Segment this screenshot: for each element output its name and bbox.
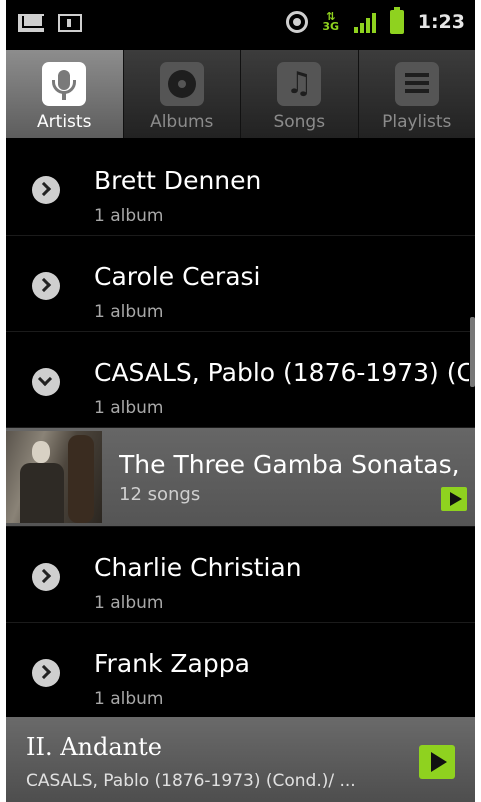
chevron-down-icon[interactable] bbox=[32, 368, 60, 396]
album-count: 1 album bbox=[94, 689, 164, 709]
artist-list: Brett Dennen 1 album Carole Cerasi 1 alb… bbox=[6, 140, 475, 719]
music-app-screen: ⇅ 3G 1:23 Artists Albums ♫ Songs Playlis… bbox=[0, 0, 481, 802]
list-item[interactable]: Frank Zappa 1 album bbox=[6, 623, 475, 719]
album-count: 1 album bbox=[94, 302, 164, 322]
album-count: 1 album bbox=[94, 398, 164, 418]
tab-artists[interactable]: Artists bbox=[6, 50, 124, 138]
screen-icon bbox=[58, 14, 82, 32]
album-art bbox=[6, 431, 102, 523]
envelope-icon bbox=[18, 14, 44, 32]
artist-name: Frank Zappa bbox=[94, 649, 250, 678]
list-item[interactable]: CASALS, Pablo (1876-1973) (Co 1 album bbox=[6, 332, 475, 428]
list-item[interactable]: Carole Cerasi 1 album bbox=[6, 236, 475, 332]
chevron-right-icon[interactable] bbox=[32, 563, 60, 591]
gps-icon bbox=[285, 11, 308, 33]
tab-label: Playlists bbox=[382, 112, 452, 132]
play-icon[interactable] bbox=[441, 487, 467, 511]
list-item[interactable]: Charlie Christian 1 album bbox=[6, 527, 475, 623]
playlist-icon bbox=[394, 62, 439, 106]
tab-label: Songs bbox=[273, 112, 326, 132]
scrollbar[interactable] bbox=[470, 317, 475, 387]
tab-playlists[interactable]: Playlists bbox=[359, 50, 476, 138]
microphone-icon bbox=[42, 62, 87, 106]
chevron-right-icon[interactable] bbox=[32, 176, 60, 204]
tab-bar: Artists Albums ♫ Songs Playlists bbox=[6, 50, 475, 140]
artist-name: Carole Cerasi bbox=[94, 262, 261, 291]
song-count: 12 songs bbox=[119, 484, 201, 505]
3g-icon: ⇅ 3G bbox=[322, 10, 340, 33]
album-list-item[interactable]: The Three Gamba Sonatas, B 12 songs bbox=[6, 428, 475, 527]
tab-label: Artists bbox=[37, 112, 92, 132]
status-bar: ⇅ 3G 1:23 bbox=[6, 0, 475, 50]
artist-name: Charlie Christian bbox=[94, 553, 302, 582]
now-playing-title: II. Andante bbox=[26, 733, 162, 761]
album-icon bbox=[159, 62, 204, 106]
list-item[interactable]: Brett Dennen 1 album bbox=[6, 140, 475, 236]
status-time: 1:23 bbox=[417, 11, 465, 33]
tab-label: Albums bbox=[150, 112, 214, 132]
album-title: The Three Gamba Sonatas, B bbox=[119, 450, 469, 479]
chevron-right-icon[interactable] bbox=[32, 272, 60, 300]
signal-icon bbox=[353, 11, 376, 33]
album-count: 1 album bbox=[94, 206, 164, 226]
status-right: ⇅ 3G 1:23 bbox=[285, 7, 465, 34]
now-playing-bar[interactable]: II. Andante CASALS, Pablo (1876-1973) (C… bbox=[6, 717, 475, 802]
artist-name: CASALS, Pablo (1876-1973) (Co bbox=[94, 358, 469, 387]
music-note-icon: ♫ bbox=[277, 62, 322, 106]
album-count: 1 album bbox=[94, 593, 164, 613]
now-playing-artist: CASALS, Pablo (1876-1973) (Cond.)/ ... bbox=[26, 771, 356, 791]
chevron-right-icon[interactable] bbox=[32, 659, 60, 687]
status-left bbox=[18, 14, 82, 32]
artist-name: Brett Dennen bbox=[94, 166, 262, 195]
tab-albums[interactable]: Albums bbox=[124, 50, 241, 138]
play-button[interactable] bbox=[419, 745, 455, 779]
battery-icon bbox=[389, 7, 404, 34]
tab-songs[interactable]: ♫ Songs bbox=[241, 50, 359, 138]
